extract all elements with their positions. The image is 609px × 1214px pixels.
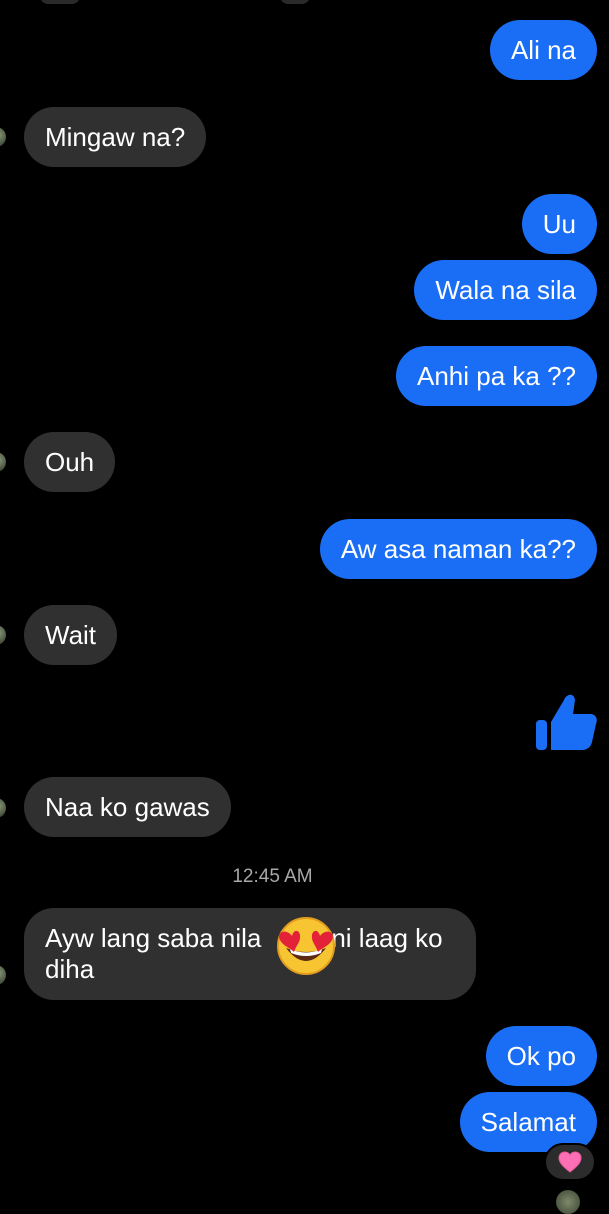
sent-message-bubble[interactable]: Aw asa naman ka??: [319, 519, 597, 579]
seen-avatar: [556, 1190, 580, 1214]
received-message-text: Ouh: [45, 447, 95, 477]
chat-thread: Ali na Mingaw na? Uu Wala na sila Anhi p…: [0, 0, 609, 1214]
cropped-top-element: [280, 0, 310, 4]
pink-heart-icon: [558, 1151, 582, 1173]
received-message-bubble[interactable]: Ouh: [24, 432, 116, 492]
message-reaction-badge[interactable]: [544, 1143, 596, 1181]
sent-message-bubble[interactable]: Ok po: [485, 1026, 597, 1086]
cropped-top-element: [40, 0, 80, 4]
contact-avatar[interactable]: [0, 965, 6, 985]
received-message-text: Ayw lang saba nila: [45, 923, 262, 953]
received-message-bubble[interactable]: Wait: [24, 605, 118, 665]
contact-avatar[interactable]: [0, 798, 6, 818]
received-message-text: Mingaw na?: [45, 122, 186, 152]
sent-message-bubble[interactable]: Wala na sila: [414, 260, 597, 320]
sent-message-bubble[interactable]: Uu: [521, 194, 597, 254]
sent-message-bubble[interactable]: Ali na: [489, 20, 597, 80]
contact-avatar[interactable]: [0, 127, 6, 147]
contact-avatar[interactable]: [0, 452, 6, 472]
message-timestamp: 12:45 AM: [232, 866, 313, 887]
heart-eyes-emoji: [272, 912, 340, 976]
received-message-bubble[interactable]: Mingaw na?: [24, 107, 207, 167]
contact-avatar[interactable]: [0, 625, 6, 645]
received-message-bubble[interactable]: Ayw lang saba nila ni laag ko diha: [24, 908, 476, 1000]
received-message-text: Wait: [45, 620, 97, 650]
sent-message-bubble[interactable]: Anhi pa ka ??: [395, 346, 597, 406]
thumbs-up-icon[interactable]: [534, 688, 598, 752]
received-message-bubble[interactable]: Naa ko gawas: [24, 777, 231, 837]
received-message-text: Naa ko gawas: [45, 792, 210, 822]
